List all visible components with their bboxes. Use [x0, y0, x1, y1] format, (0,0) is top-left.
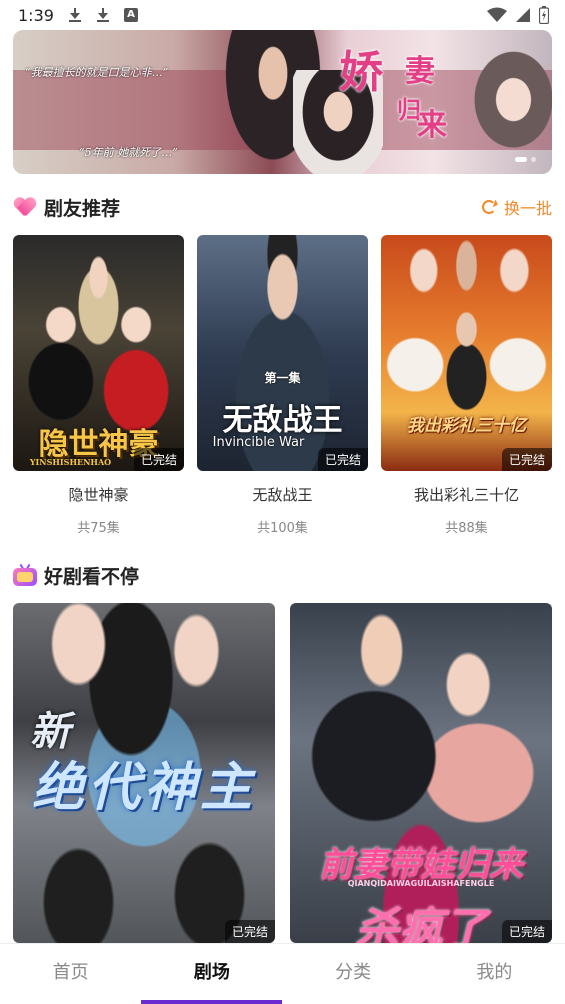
status-time: 1:39: [18, 5, 54, 25]
drama-title: 无敌战王: [252, 486, 313, 504]
nav-mine[interactable]: 我的: [424, 944, 565, 1004]
refresh-button[interactable]: 换一批: [481, 192, 552, 222]
banner-title-char: 妻: [405, 54, 435, 89]
banner-quote-top: “我最擅长的就是口是心非…”: [25, 66, 169, 79]
banner-title-char: 来: [417, 108, 447, 143]
drama-card[interactable]: 第一集 无敌战王 Invincible War 已完结 无敌战王 共100集: [197, 235, 368, 536]
status-right-icons: [487, 6, 549, 24]
drama-card[interactable]: 前妻带娃归来 QIANQIDAIWAGUILAISHAFENGLE 杀疯了 已完…: [290, 603, 552, 943]
signal-icon: [516, 8, 530, 22]
section-title: 剧友推荐: [44, 197, 121, 220]
nav-active-indicator: [141, 1000, 282, 1004]
status-badge: 已完结: [224, 920, 275, 943]
status-badge: 已完结: [501, 448, 552, 471]
banner-quote-bottom: “5年前 她就死了…”: [79, 146, 178, 159]
episode-count: 共75集: [77, 521, 120, 536]
drama-card[interactable]: 新 绝代神主 已完结: [13, 603, 275, 943]
banner-dot: [531, 157, 536, 162]
bottom-nav: 首页 剧场 分类 我的: [0, 943, 565, 1004]
drama-card[interactable]: 我出彩礼三十亿 已完结 我出彩礼三十亿 共88集: [381, 235, 552, 536]
drama-title: 隐世神豪: [68, 486, 129, 504]
drama-poster: 隐世神豪 YINSHISHENHAO 已完结: [13, 235, 184, 471]
status-badge: 已完结: [501, 920, 552, 943]
nav-home[interactable]: 首页: [0, 944, 141, 1004]
download-icon: [96, 7, 110, 23]
nav-category[interactable]: 分类: [283, 944, 424, 1004]
banner-carousel[interactable]: “我最擅长的就是口是心非…” “5年前 她就死了…” 娇 妻 归 来: [13, 30, 552, 174]
poster-title: 绝代神主: [31, 757, 256, 818]
section-title: 好剧看不停: [44, 565, 140, 588]
battery-icon: [539, 6, 549, 24]
download-icon: [68, 7, 82, 23]
heart-icon: [13, 196, 37, 218]
banner-figure: [453, 50, 552, 174]
poster-art: [290, 603, 552, 943]
wifi-icon: [487, 7, 507, 22]
status-badge: 已完结: [317, 448, 368, 471]
drama-title: 我出彩礼三十亿: [413, 486, 519, 504]
recommend-header: 剧友推荐 换一批: [13, 192, 552, 222]
poster-title: 无敌战王: [222, 403, 343, 438]
poster-subtitle: QIANQIDAIWAGUILAISHAFENGLE: [347, 879, 495, 888]
status-badge: 已完结: [133, 448, 184, 471]
poster-episode: 第一集: [264, 371, 301, 385]
episode-count: 共100集: [257, 521, 308, 536]
poster-title: 我出彩礼三十亿: [407, 416, 526, 436]
drama-poster: 第一集 无敌战王 Invincible War 已完结: [197, 235, 368, 471]
refresh-label: 换一批: [503, 199, 552, 218]
drama-poster: 我出彩礼三十亿 已完结: [381, 235, 552, 471]
episode-count: 共88集: [445, 521, 488, 536]
nonstop-header: 好剧看不停: [13, 560, 552, 590]
banner-page-indicator: [515, 157, 536, 162]
banner-dot-active: [515, 157, 527, 162]
refresh-icon: [481, 200, 496, 214]
a-notification-icon: A: [123, 8, 138, 22]
drama-card[interactable]: 隐世神豪 YINSHISHENHAO 已完结 隐世神豪 共75集: [13, 235, 184, 536]
nav-theater[interactable]: 剧场: [141, 944, 282, 1004]
tv-icon: [13, 563, 37, 586]
banner-title-char: 娇: [339, 47, 383, 98]
status-bar: 1:39 A: [0, 0, 565, 30]
